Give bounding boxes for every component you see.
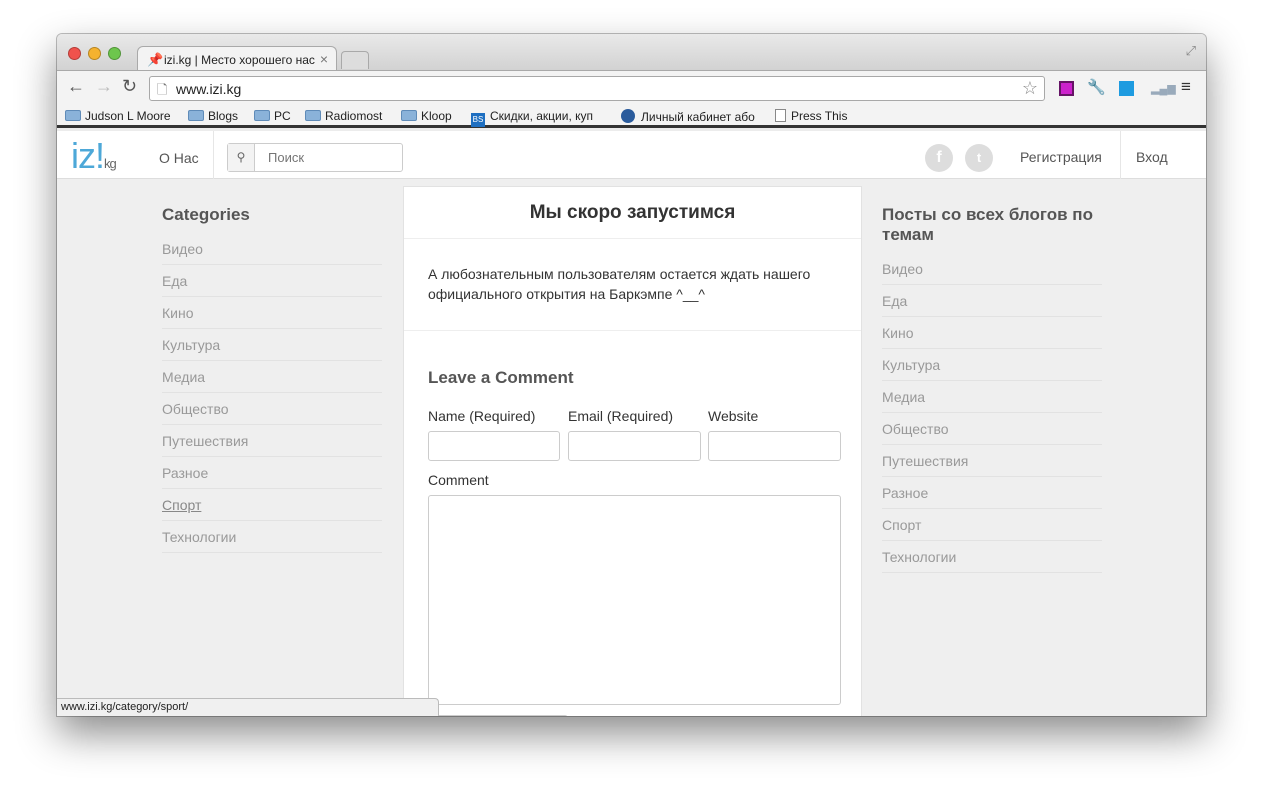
divider [213, 131, 214, 179]
status-bar: www.izi.kg/category/sport/ [57, 698, 439, 716]
close-window-button[interactable] [68, 47, 81, 60]
category-link[interactable]: Технологии [162, 521, 382, 553]
site-header: iz!kg О Нас ⚲ f t Регистрация Вход [57, 131, 1206, 179]
bookmark-pc[interactable]: PC [254, 109, 291, 123]
bookmark-discounts[interactable]: BS Скидки, акции, куп [471, 109, 607, 127]
bookmarks-bar: Judson L Moore Blogs PC Radiomost Kloop … [57, 104, 1206, 128]
zoom-window-button[interactable] [108, 47, 121, 60]
sidebar-title: Посты со всех блогов по темам [882, 205, 1093, 244]
category-link[interactable]: Кино [162, 297, 382, 329]
right-sidebar: Посты со всех блогов по темам Видео Еда … [882, 205, 1102, 573]
email-field[interactable] [568, 431, 701, 461]
browser-window: 📌 izi.kg | Место хорошего нас × ⤢ ← → ↻ … [57, 34, 1206, 716]
search-box: ⚲ [227, 143, 403, 172]
category-link[interactable]: Культура [162, 329, 382, 361]
bookmark-star-icon[interactable]: ☆ [1022, 78, 1038, 99]
title-bar: 📌 izi.kg | Место хорошего нас × ⤢ [57, 34, 1206, 72]
submit-comment-button[interactable] [428, 715, 568, 716]
search-icon[interactable]: ⚲ [228, 144, 255, 171]
folder-icon [305, 110, 321, 121]
topic-link[interactable]: Видео [882, 253, 1102, 285]
twitter-icon[interactable]: t [965, 144, 993, 172]
menu-icon[interactable]: ≡ [1181, 77, 1196, 96]
search-input[interactable] [256, 144, 400, 171]
bs-icon: BS [471, 113, 485, 127]
back-icon[interactable]: ← [67, 76, 85, 97]
divider [1120, 131, 1121, 179]
category-link[interactable]: Медиа [162, 361, 382, 393]
website-label: Website [708, 408, 759, 424]
url-text: www.izi.kg [176, 81, 242, 97]
forward-icon[interactable]: → [95, 76, 113, 97]
minimize-window-button[interactable] [88, 47, 101, 60]
bookmark-blogs[interactable]: Blogs [188, 109, 238, 123]
category-link[interactable]: Разное [162, 457, 382, 489]
topic-link[interactable]: Медиа [882, 381, 1102, 413]
topic-link[interactable]: Кино [882, 317, 1102, 349]
page-icon [775, 109, 786, 122]
site-logo[interactable]: iz!kg [71, 135, 117, 177]
bookmark-cabinet[interactable]: Личный кабинет або [621, 109, 757, 124]
category-link[interactable]: Общество [162, 393, 382, 425]
category-link[interactable]: Путешествия [162, 425, 382, 457]
bookmark-kloop[interactable]: Kloop [401, 109, 452, 123]
website-field[interactable] [708, 431, 841, 461]
bookmark-radiomost[interactable]: Radiomost [305, 109, 382, 123]
pin-icon: 📌 [147, 52, 164, 67]
topic-link[interactable]: Технологии [882, 541, 1102, 573]
tab-close-icon[interactable]: × [319, 51, 328, 67]
browser-tab[interactable]: 📌 izi.kg | Место хорошего нас × [137, 46, 337, 72]
fullscreen-icon[interactable]: ⤢ [1186, 43, 1196, 59]
page-icon: 🗋 [157, 82, 168, 97]
category-link-hovered[interactable]: Спорт [162, 489, 382, 521]
extension-icon[interactable] [1059, 81, 1074, 96]
reload-icon[interactable]: ↻ [122, 76, 137, 97]
folder-icon [254, 110, 270, 121]
register-link[interactable]: Регистрация [1020, 149, 1102, 165]
comment-label: Comment [428, 472, 489, 488]
folder-icon [65, 110, 81, 121]
facebook-icon[interactable]: f [925, 144, 953, 172]
tab-title: izi.kg | Место хорошего нас [164, 53, 315, 67]
topic-link[interactable]: Общество [882, 413, 1102, 445]
nav-about-link[interactable]: О Нас [159, 150, 199, 166]
globe-icon [621, 109, 635, 123]
comment-textarea[interactable] [428, 495, 841, 705]
folder-icon [188, 110, 204, 121]
browser-toolbar: ← → ↻ 🗋 www.izi.kg ☆ 🔧 ▂▄▆ ≡ [57, 70, 1206, 104]
sidebar-title: Categories [162, 205, 250, 224]
folder-icon [401, 110, 417, 121]
topic-link[interactable]: Разное [882, 477, 1102, 509]
extension-check-icon[interactable] [1119, 81, 1134, 96]
post-card: Мы скоро запустимся А любознательным пол… [403, 186, 862, 716]
signal-icon[interactable]: ▂▄▆ [1151, 82, 1176, 97]
topic-link[interactable]: Культура [882, 349, 1102, 381]
name-label: Name (Required) [428, 408, 536, 424]
category-link[interactable]: Видео [162, 233, 382, 265]
left-sidebar: Categories Видео Еда Кино Культура Медиа… [162, 205, 382, 553]
topic-link[interactable]: Еда [882, 285, 1102, 317]
post-title: Мы скоро запустимся [404, 187, 861, 239]
post-body: А любознательным пользователям остается … [404, 239, 861, 331]
name-field[interactable] [428, 431, 560, 461]
comment-heading: Leave a Comment [428, 368, 574, 387]
bookmark-judson[interactable]: Judson L Moore [65, 109, 171, 123]
address-bar[interactable]: 🗋 www.izi.kg ☆ [149, 76, 1045, 101]
login-link[interactable]: Вход [1136, 149, 1168, 165]
wrench-icon[interactable]: 🔧 [1087, 78, 1106, 96]
page-viewport: iz!kg О Нас ⚲ f t Регистрация Вход Categ… [57, 131, 1206, 716]
new-tab-button[interactable] [341, 51, 369, 69]
email-label: Email (Required) [568, 408, 674, 424]
topic-link[interactable]: Путешествия [882, 445, 1102, 477]
category-link[interactable]: Еда [162, 265, 382, 297]
bookmark-press-this[interactable]: Press This [775, 109, 847, 123]
topic-link[interactable]: Спорт [882, 509, 1102, 541]
